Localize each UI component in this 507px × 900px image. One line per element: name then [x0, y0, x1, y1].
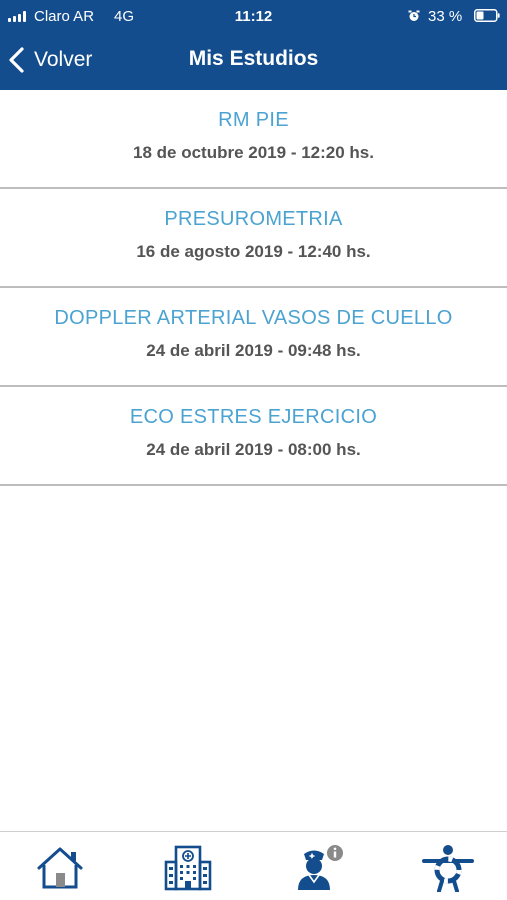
alarm-icon	[408, 10, 420, 21]
list-item[interactable]: ECO ESTRES EJERCICIO 24 de abril 2019 - …	[0, 387, 507, 486]
battery-icon	[474, 9, 500, 22]
hospital-icon	[164, 845, 212, 891]
home-icon	[37, 847, 83, 889]
list-item[interactable]: DOPPLER ARTERIAL VASOS DE CUELLO 24 de a…	[0, 288, 507, 387]
study-list: RM PIE 18 de octubre 2019 - 12:20 hs. PR…	[0, 90, 507, 486]
study-name: PRESUROMETRIA	[164, 208, 343, 230]
study-date: 16 de agosto 2019 - 12:40 hs.	[136, 242, 371, 261]
header: Claro AR 4G 11:12 33 % Volver Mis Estudi…	[0, 0, 507, 90]
list-item[interactable]: RM PIE 18 de octubre 2019 - 12:20 hs.	[0, 90, 507, 189]
study-name: RM PIE	[218, 109, 289, 131]
tab-hospital[interactable]	[158, 844, 218, 892]
study-date: 18 de octubre 2019 - 12:20 hs.	[133, 143, 374, 162]
lifeguard-person-icon	[422, 845, 474, 892]
nav-bar: Volver Mis Estudios	[0, 32, 507, 90]
mis-estudios-screen: Claro AR 4G 11:12 33 % Volver Mis Estudi…	[0, 0, 507, 900]
nurse-info-icon	[298, 845, 343, 890]
battery-percentage: 33 %	[428, 8, 463, 25]
study-name: ECO ESTRES EJERCICIO	[129, 406, 378, 428]
tab-bar	[0, 831, 507, 900]
study-name: DOPPLER ARTERIAL VASOS DE CUELLO	[54, 307, 453, 329]
list-item[interactable]: PRESUROMETRIA 16 de agosto 2019 - 12:40 …	[0, 189, 507, 288]
tab-home[interactable]	[30, 844, 90, 892]
tab-lifeguard[interactable]	[418, 844, 478, 892]
status-bar: Claro AR 4G 11:12 33 %	[0, 0, 507, 32]
page-title: Mis Estudios	[188, 47, 319, 70]
study-date: 24 de abril 2019 - 08:00 hs.	[146, 440, 361, 459]
study-date: 24 de abril 2019 - 09:48 hs.	[146, 341, 361, 360]
tab-nurse-info[interactable]	[290, 844, 350, 892]
